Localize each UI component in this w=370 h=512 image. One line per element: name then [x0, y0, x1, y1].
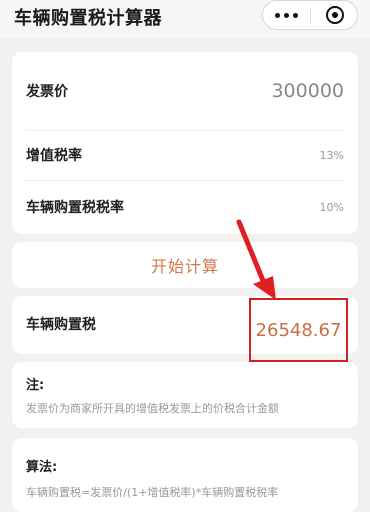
purchase-tax-rate-value[interactable]: 10% [320, 201, 344, 214]
purchase-tax-rate-row[interactable]: 车辆购置税税率 10% [12, 180, 358, 234]
more-dots-icon[interactable] [263, 1, 310, 29]
page-title: 车辆购置税计算器 [14, 8, 162, 29]
invoice-price-input[interactable]: 300000 [271, 80, 344, 102]
formula-text: 车辆购置税=发票价/(1+增值税率)*车辆购置税税率 [26, 486, 279, 499]
vat-rate-value[interactable]: 13% [320, 149, 344, 162]
purchase-tax-rate-label: 车辆购置税税率 [26, 200, 124, 216]
formula-title: 算法: [26, 460, 58, 475]
vat-rate-row[interactable]: 增值税率 13% [12, 130, 358, 180]
calculate-button[interactable]: 开始计算 [12, 242, 358, 288]
top-bar: 车辆购置税计算器 [0, 0, 370, 38]
vat-rate-label: 增值税率 [26, 148, 82, 164]
close-miniprogram-button[interactable] [311, 1, 358, 29]
calculator-page: 车辆购置税计算器 发票价 300000 增值税率 13% 车辆购置税税率 10%… [0, 0, 370, 512]
mini-program-capsule [262, 0, 358, 30]
input-card: 发票价 300000 增值税率 13% 车辆购置税税率 10% [12, 52, 358, 234]
formula-card: 算法: 车辆购置税=发票价/(1+增值税率)*车辆购置税税率 [12, 438, 358, 512]
note-title: 注: [26, 378, 45, 393]
note-card: 注: 发票价为商家所开具的增值税发票上的价税合计金额 [12, 362, 358, 428]
note-text: 发票价为商家所开具的增值税发票上的价税合计金额 [26, 402, 279, 415]
invoice-price-label: 发票价 [26, 84, 68, 100]
result-value: 26548.67 [249, 298, 348, 362]
calculate-button-label: 开始计算 [150, 257, 219, 276]
result-label: 车辆购置税 [26, 317, 96, 333]
target-circle-icon [325, 6, 344, 24]
invoice-price-row[interactable]: 发票价 300000 [12, 52, 358, 130]
